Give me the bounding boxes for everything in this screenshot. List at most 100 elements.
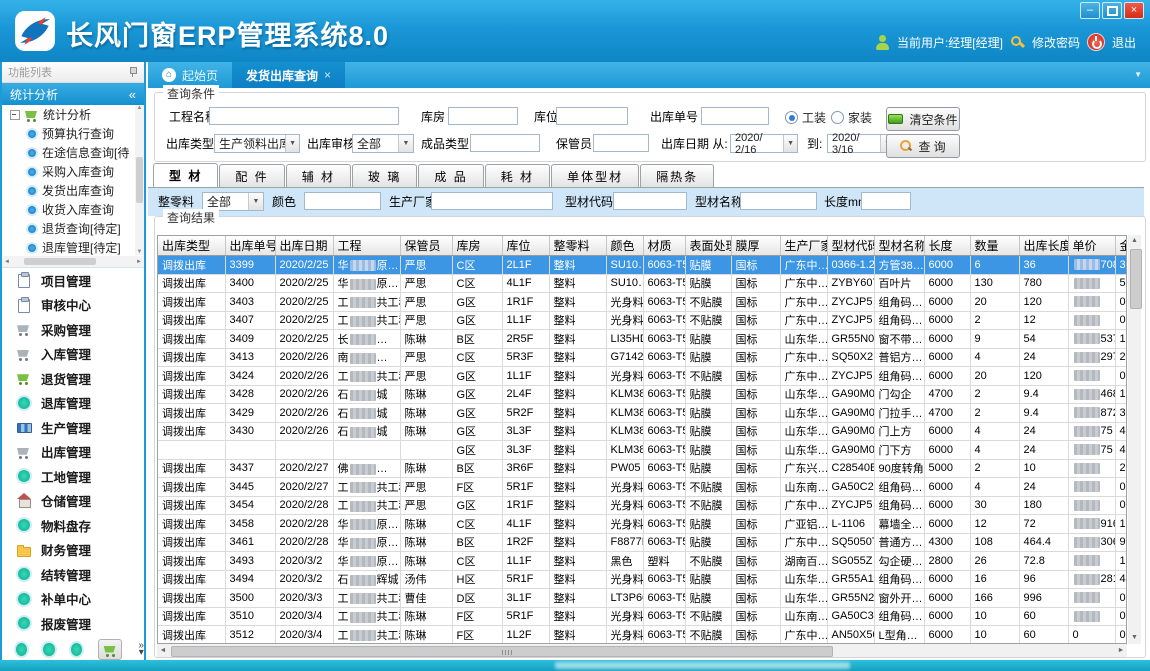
table-row[interactable]: 调拨出库34032020/2/25工共工程严思G区1R1F整料光身料6063-T…: [158, 293, 1127, 312]
sidebar-item-入库管理[interactable]: 入库管理: [2, 342, 144, 367]
sidebar-item-仓储管理[interactable]: 仓储管理: [2, 489, 144, 514]
scroll-up-icon[interactable]: ▲: [137, 105, 143, 111]
audit-select[interactable]: 全部▼: [352, 134, 414, 153]
scroll-thumb[interactable]: [171, 646, 833, 657]
table-row[interactable]: 调拨出库34132020/2/26南…严思C区5R3F整料G714226063-…: [158, 348, 1127, 367]
table-row[interactable]: 调拨出库34542020/2/28工共工程严思G区1R1F整料光身料6063-T…: [158, 496, 1127, 515]
column-header-型材代码[interactable]: 型材代码: [827, 236, 874, 256]
out-type-select[interactable]: 生产领料出库▼: [214, 134, 300, 153]
tree-item[interactable]: 退库管理[待定]: [2, 238, 144, 257]
column-header-工程[interactable]: 工程: [333, 236, 400, 256]
grid-horizontal-scrollbar[interactable]: ◄ ►: [157, 644, 1127, 657]
table-row-selected[interactable]: 调拨出库33992020/2/25华原…严思C区2L1F整料SU10…6063-…: [158, 256, 1127, 275]
material-tab-隔热条[interactable]: 隔热条: [640, 164, 714, 187]
table-row[interactable]: 调拨出库34302020/2/26石城陈琳G区3L3F整料KLM38176063…: [158, 422, 1127, 441]
radio-jiazhuang[interactable]: 家装: [831, 109, 872, 126]
material-tab-玻璃[interactable]: 玻 璃: [352, 164, 417, 187]
project-name-input[interactable]: [209, 107, 399, 125]
clear-conditions-button[interactable]: 清空条件: [886, 107, 960, 131]
material-tab-耗材[interactable]: 耗 材: [485, 164, 550, 187]
sidebar-item-物料盘存[interactable]: 物料盘存: [2, 513, 144, 538]
profile-code-input[interactable]: [613, 192, 687, 210]
column-header-出库日期[interactable]: 出库日期: [275, 236, 333, 256]
tree-item[interactable]: 预算执行查询: [2, 124, 144, 143]
tab-shipment-outbound-query[interactable]: 发货出库查询 ×: [232, 62, 345, 88]
keeper-input[interactable]: [593, 134, 649, 152]
date-from-picker[interactable]: 2020/ 2/16▼: [730, 134, 798, 153]
table-row[interactable]: 调拨出库34582020/2/28华原…陈琳C区4L1F整料光身料6063-T5…: [158, 515, 1127, 534]
table-row[interactable]: 调拨出库34452020/2/27工共工程严思F区5R1F整料光身料6063-T…: [158, 478, 1127, 497]
scroll-down-icon[interactable]: ▼: [137, 249, 143, 255]
module-shortcut-icon[interactable]: [71, 643, 82, 656]
column-header-出库单号[interactable]: 出库单号: [225, 236, 275, 256]
material-tab-单体型材[interactable]: 单体型材: [551, 164, 639, 187]
column-header-库房[interactable]: 库房: [452, 236, 502, 256]
column-header-材质[interactable]: 材质: [643, 236, 685, 256]
tree-item[interactable]: 退货查询[待定]: [2, 219, 144, 238]
module-shortcut-icon[interactable]: [43, 643, 54, 656]
sidebar-item-退库管理[interactable]: 退库管理: [2, 391, 144, 416]
table-row[interactable]: G区3L3F整料KLM38176063-T5贴膜国标山东华…GA90M09.门下…: [158, 441, 1127, 460]
material-tab-辅材[interactable]: 辅 材: [286, 164, 351, 187]
table-row[interactable]: 调拨出库34612020/2/28华原…陈琳B区1R2F整料F8877FT606…: [158, 533, 1127, 552]
change-password-link[interactable]: 修改密码: [1032, 34, 1080, 51]
column-header-表面处理[interactable]: 表面处理: [685, 236, 731, 256]
table-row[interactable]: 调拨出库34092020/2/25长…陈琳B区2R5F整料LI35HD6063-…: [158, 330, 1127, 349]
grid-vertical-scrollbar[interactable]: ▲ ▼: [1128, 235, 1141, 644]
module-shortcut-icon[interactable]: [16, 643, 27, 656]
scroll-left-icon[interactable]: ◄: [2, 259, 12, 265]
tree-horizontal-scrollbar[interactable]: ◄ ►: [2, 256, 144, 267]
column-header-单价[interactable]: 单价: [1068, 236, 1115, 256]
warehouse-input[interactable]: [448, 107, 518, 125]
material-tab-配件[interactable]: 配 件: [219, 164, 284, 187]
tree-root-statistics[interactable]: 统计分析: [2, 105, 144, 124]
scroll-right-icon[interactable]: ►: [1115, 647, 1127, 654]
column-header-出库类型[interactable]: 出库类型: [158, 236, 225, 256]
tab-list-dropdown-icon[interactable]: ▼: [1134, 70, 1142, 79]
scroll-thumb[interactable]: [1130, 249, 1142, 309]
column-header-数量[interactable]: 数量: [970, 236, 1019, 256]
sidebar-item-补单中心[interactable]: 补单中心: [2, 587, 144, 612]
material-tab-型材[interactable]: 型 材: [153, 163, 218, 187]
column-header-库位[interactable]: 库位: [502, 236, 549, 256]
sidebar-item-出库管理[interactable]: 出库管理: [2, 440, 144, 465]
column-header-膜厚[interactable]: 膜厚: [731, 236, 780, 256]
table-row[interactable]: 调拨出库35002020/3/3工共工程曹佳D区3L1F整料LT3P606063…: [158, 589, 1127, 608]
table-row[interactable]: 调拨出库34282020/2/26石城陈琳G区2L4F整料KLM38176063…: [158, 385, 1127, 404]
sidebar-section-statistics[interactable]: 统计分析 «: [2, 83, 144, 105]
column-header-出库长度[interactable]: 出库长度: [1019, 236, 1068, 256]
column-header-型材名称[interactable]: 型材名称: [874, 236, 924, 256]
tree-item[interactable]: 收货入库查询: [2, 200, 144, 219]
column-header-长度[interactable]: 长度: [924, 236, 970, 256]
tree-expander-icon[interactable]: [10, 110, 20, 120]
close-button[interactable]: ×: [1124, 2, 1144, 19]
color-input[interactable]: [304, 192, 381, 210]
table-row[interactable]: 调拨出库34292020/2/26石城陈琳G区5R2F整料KLM38176063…: [158, 404, 1127, 423]
tree-item[interactable]: 采购入库查询: [2, 162, 144, 181]
tab-close-icon[interactable]: ×: [324, 68, 331, 82]
search-button[interactable]: 查 询: [886, 134, 960, 158]
more-modules-button[interactable]: »▾: [138, 642, 144, 656]
scroll-thumb[interactable]: [24, 258, 96, 265]
sidebar-item-生产管理[interactable]: 生产管理: [2, 415, 144, 440]
sidebar-item-退货管理[interactable]: 退货管理: [2, 366, 144, 391]
scroll-left-icon[interactable]: ◄: [157, 647, 169, 654]
sidebar-item-报废管理[interactable]: 报废管理: [2, 611, 144, 636]
tree-vertical-scrollbar[interactable]: ▲ ▼: [135, 105, 144, 255]
product-type-input[interactable]: [470, 134, 540, 152]
length-input[interactable]: [861, 192, 911, 210]
table-row[interactable]: 调拨出库34942020/3/2石辉城汤伟H区5R1F整料光身料6063-T5贴…: [158, 570, 1127, 589]
maximize-button[interactable]: [1102, 2, 1122, 19]
logout-link[interactable]: 退出: [1112, 34, 1136, 51]
sidebar-item-结转管理[interactable]: 结转管理: [2, 562, 144, 587]
cart-module-button[interactable]: [98, 639, 123, 660]
sidebar-item-审核中心[interactable]: 审核中心: [2, 293, 144, 318]
profile-name-input[interactable]: [740, 192, 817, 210]
scroll-down-icon[interactable]: ▼: [1131, 632, 1138, 644]
table-row[interactable]: 调拨出库34072020/2/25工共工程严思G区1L1F整料光身料6063-T…: [158, 311, 1127, 330]
location-input[interactable]: [556, 107, 628, 125]
table-row[interactable]: 调拨出库34002020/2/25华原…严思C区4L1F整料SU10…6063-…: [158, 274, 1127, 293]
collapse-icon[interactable]: «: [129, 87, 136, 102]
table-row[interactable]: 调拨出库34372020/2/27佛…陈琳B区3R6F整料PW056063-T5…: [158, 459, 1127, 478]
column-header-生产厂家[interactable]: 生产厂家: [780, 236, 827, 256]
